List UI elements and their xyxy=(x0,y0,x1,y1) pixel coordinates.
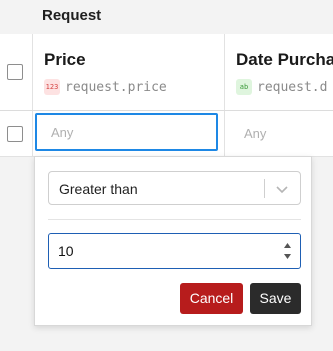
select-all-cell xyxy=(0,34,33,110)
filter-popup: Greater than 10 Cancel Save xyxy=(34,156,312,326)
column-header-row: Price 123 request.price Date Purcha ab r… xyxy=(0,34,333,111)
column-divider xyxy=(224,111,225,156)
operator-select[interactable]: Greater than xyxy=(48,171,301,205)
select-all-checkbox[interactable] xyxy=(7,64,23,80)
column-title-date: Date Purcha xyxy=(236,50,333,69)
popup-divider xyxy=(48,219,301,220)
filter-row: Any xyxy=(0,111,333,157)
row-checkbox[interactable] xyxy=(7,126,23,142)
date-filter-input[interactable]: Any xyxy=(244,126,266,141)
text-type-icon: ab xyxy=(236,79,252,95)
group-title: Request xyxy=(42,7,102,24)
cancel-button[interactable]: Cancel xyxy=(180,283,243,314)
number-type-icon: 123 xyxy=(44,79,60,95)
field-path-price: request.price xyxy=(65,79,167,95)
column-divider[interactable] xyxy=(224,34,225,110)
column-field-price: 123 request.price xyxy=(44,79,167,95)
filter-checkbox-cell xyxy=(0,111,33,156)
column-field-date: ab request.d xyxy=(236,79,327,95)
save-button[interactable]: Save xyxy=(250,283,301,314)
select-separator xyxy=(264,179,265,198)
filter-value-input[interactable]: 10 xyxy=(48,233,301,269)
filter-value: 10 xyxy=(58,243,74,259)
chevron-down-icon[interactable] xyxy=(273,180,291,198)
operator-select-value: Greater than xyxy=(59,181,138,197)
number-spinner-icon[interactable] xyxy=(283,241,292,261)
price-filter-input[interactable] xyxy=(35,113,218,151)
column-group-header: Request xyxy=(0,0,333,35)
column-title-price: Price xyxy=(44,50,86,69)
field-path-date: request.d xyxy=(257,79,328,95)
